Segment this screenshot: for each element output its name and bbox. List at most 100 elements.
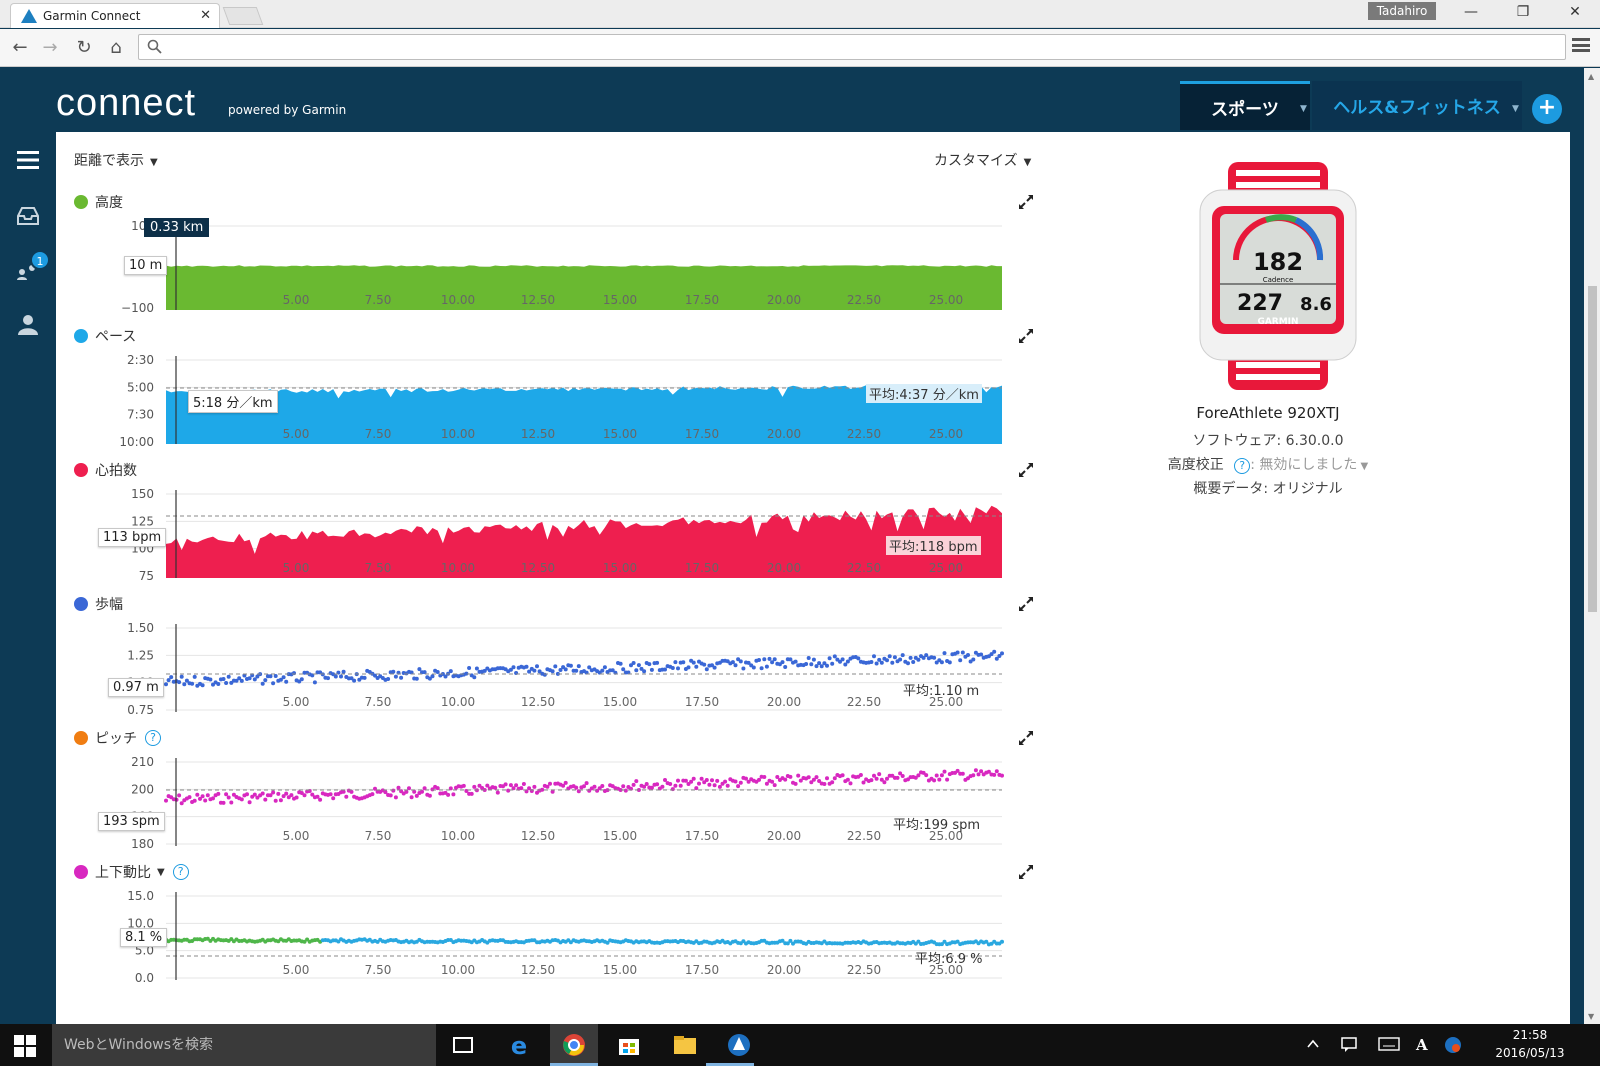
browser-menu-icon[interactable] [1572, 38, 1590, 52]
expand-icon[interactable] [1018, 596, 1034, 612]
address-bar[interactable] [138, 34, 1566, 60]
home-icon[interactable]: ⌂ [104, 36, 128, 60]
data-point [738, 780, 743, 785]
scroll-down-icon[interactable]: ▼ [1588, 1012, 1594, 1021]
tray-up-icon[interactable] [1306, 1038, 1320, 1050]
data-point [772, 657, 777, 662]
task-view-icon[interactable] [450, 1032, 476, 1058]
data-point [600, 668, 605, 673]
chrome-icon[interactable] [561, 1032, 587, 1058]
data-point [697, 781, 701, 786]
forward-arrow-icon[interactable]: → [38, 36, 62, 60]
x-tick-label: 22.50 [847, 561, 881, 575]
close-window-button[interactable]: ✕ [1560, 4, 1590, 24]
data-point [461, 783, 466, 788]
chart-plot[interactable]: 2102001901805.007.5010.0012.5015.0017.50… [74, 746, 1034, 864]
average-label: 平均:6.9 % [915, 952, 983, 967]
menu-hamburger-icon[interactable] [14, 148, 42, 172]
data-point [263, 678, 268, 683]
file-explorer-icon[interactable] [672, 1032, 698, 1058]
summary-data: 概要データ: オリジナル [1193, 481, 1343, 497]
series-dot-icon[interactable] [74, 195, 88, 209]
new-tab-button[interactable] [222, 7, 264, 25]
series-dot-icon[interactable] [74, 463, 88, 477]
minimize-button[interactable]: — [1456, 4, 1486, 24]
taskbar-search[interactable]: WebとWindowsを検索 [52, 1024, 436, 1066]
tab-sports[interactable]: スポーツ [1180, 81, 1310, 130]
browser-tab[interactable]: Garmin Connect ✕ [10, 3, 220, 28]
notification-badge[interactable]: 1 [30, 250, 50, 270]
windows-start-icon[interactable] [14, 1035, 36, 1057]
data-point [618, 661, 623, 666]
x-tick-label: 7.50 [365, 963, 392, 977]
chevron-down-icon[interactable]: ▼ [1357, 461, 1369, 472]
data-point [399, 675, 404, 680]
tab-health-fitness[interactable]: ヘルス&フィットネス [1312, 81, 1522, 130]
message-icon[interactable] [1340, 1036, 1358, 1054]
tab-close-icon[interactable]: ✕ [200, 8, 211, 23]
data-point [576, 664, 581, 669]
view-by-dropdown[interactable]: 距離で表示 ▼ [74, 150, 158, 170]
device-software: ソフトウェア: 6.30.0.0 [1192, 433, 1344, 449]
help-icon[interactable]: ? [1234, 458, 1251, 474]
data-point [683, 778, 688, 783]
store-icon[interactable] [616, 1032, 642, 1058]
customize-dropdown[interactable]: カスタマイズ ▼ [934, 150, 1031, 170]
onedrive-icon[interactable] [1444, 1036, 1462, 1054]
reload-icon[interactable]: ↻ [72, 36, 96, 60]
inbox-icon[interactable] [14, 204, 42, 228]
svg-text:e: e [511, 1032, 527, 1058]
expand-icon[interactable] [1018, 328, 1034, 344]
connect-logo[interactable]: connect [56, 82, 196, 125]
x-tick-label: 5.00 [283, 829, 310, 843]
expand-icon[interactable] [1018, 864, 1034, 880]
chevron-down-icon[interactable]: ▼ [157, 867, 165, 878]
clock-date[interactable]: 2016/05/13 [1482, 1046, 1578, 1060]
back-arrow-icon[interactable]: ← [8, 36, 32, 60]
help-icon[interactable]: ? [145, 730, 161, 746]
series-dot-icon[interactable] [74, 865, 88, 879]
y-tick-label: 210 [131, 755, 154, 769]
x-tick-label: 15.00 [603, 293, 637, 307]
keyboard-icon[interactable] [1378, 1037, 1400, 1051]
scrollbar-thumb[interactable] [1588, 286, 1597, 612]
expand-icon[interactable] [1018, 462, 1034, 478]
altitude-calibration-value[interactable]: : 無効にしました [1250, 457, 1357, 473]
series-dot-icon[interactable] [74, 731, 88, 745]
series-dot-icon[interactable] [74, 597, 88, 611]
data-point [276, 791, 281, 796]
data-point [783, 777, 788, 782]
page-scrollbar[interactable]: ▲ ▼ [1584, 68, 1600, 1024]
sports-caret-icon[interactable]: ▼ [1300, 104, 1307, 114]
restore-button[interactable]: ❐ [1508, 4, 1538, 24]
expand-icon[interactable] [1018, 194, 1034, 210]
series-dot-icon[interactable] [74, 329, 88, 343]
chart-plot[interactable]: 15.010.05.00.05.00 7.50 10.00 12.50 15.00 17.… [74, 880, 1034, 998]
ime-indicator[interactable]: A [1416, 1036, 1428, 1054]
clock-time[interactable]: 21:58 [1500, 1028, 1560, 1042]
health-caret-icon[interactable]: ▼ [1512, 104, 1519, 114]
chart-plot[interactable]: 100−1005.00 7.50 10.00 12.50 15.00 17.50 20.00… [74, 210, 1034, 328]
x-tick-label: 7.50 [365, 695, 392, 709]
data-point [757, 777, 761, 782]
profile-icon[interactable] [14, 312, 42, 336]
browser-tabstrip: Garmin Connect ✕ Tadahiro — ❐ ✕ [0, 0, 1600, 28]
add-button[interactable]: + [1532, 94, 1562, 124]
help-icon[interactable]: ? [172, 864, 189, 880]
data-point [762, 775, 767, 779]
data-point [568, 663, 573, 668]
data-point [887, 654, 892, 659]
edge-browser-icon[interactable]: e [506, 1032, 532, 1058]
garmin-express-icon[interactable] [726, 1032, 752, 1058]
data-point [631, 782, 636, 787]
expand-icon[interactable] [1018, 730, 1034, 746]
data-point [493, 785, 498, 790]
data-point [268, 674, 273, 679]
x-tick-label: 25.00 [929, 561, 963, 575]
scroll-up-icon[interactable]: ▲ [1588, 72, 1594, 81]
profile-badge[interactable]: Tadahiro [1368, 2, 1436, 20]
data-point [890, 660, 895, 665]
data-point [563, 667, 568, 672]
chart-plot[interactable]: 1.501.251.000.755.007.5010.0012.5015.001… [74, 612, 1034, 730]
y-tick-label: 10:00 [119, 435, 154, 449]
